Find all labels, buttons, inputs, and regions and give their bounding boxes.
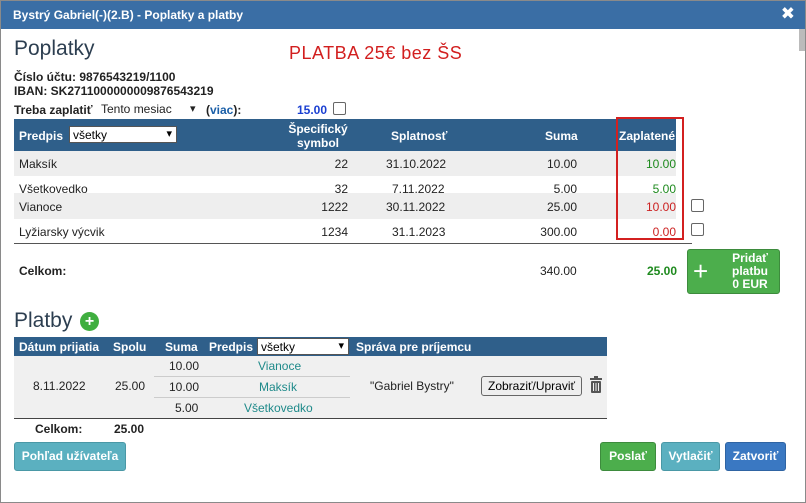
payments-total-label: Celkom: [35, 422, 83, 436]
payment-note: PLATBA 25€ bez ŠS [289, 43, 463, 63]
col-symbol-line2: symbol [296, 136, 339, 150]
add-circle-icon[interactable]: + [80, 312, 99, 331]
col-date: Dátum prijatia [19, 340, 100, 354]
fees-total-amount: 340.00 [540, 264, 577, 278]
col-symbol: Špecifický symbol [288, 122, 348, 150]
fees-heading: Poplatky [14, 37, 95, 60]
highlight-box [616, 117, 684, 240]
fees-payments-dialog: Bystrý Gabriel(-)(2.B) - Poplatky a plat… [0, 0, 806, 503]
due-amount: 15.00 [297, 103, 328, 117]
add-payment-button[interactable]: + Pridať platbu 0 EUR [687, 249, 780, 294]
item-amount: 10.00 [169, 380, 200, 394]
trash-icon[interactable] [589, 376, 603, 393]
col-purpose: Predpis [209, 340, 254, 354]
chevron-down-icon: ▾ [190, 103, 196, 115]
row-checkbox[interactable] [691, 199, 704, 212]
fees-divider [14, 243, 692, 244]
chevron-down-icon: ▾ [166, 128, 172, 140]
col-amount: Suma [545, 129, 578, 143]
dialog-titlebar: Bystrý Gabriel(-)(2.B) - Poplatky a plat… [1, 1, 805, 29]
dialog-title: Bystrý Gabriel(-)(2.B) - Poplatky a plat… [13, 8, 244, 22]
row-amount: 25.00 [546, 200, 577, 214]
period-select[interactable]: Tento mesiac ▾ [101, 102, 201, 118]
payments-purpose-filter[interactable]: všetky ▾ [257, 338, 349, 355]
user-view-button[interactable]: Pohľad užívateľa [14, 442, 126, 471]
col-amount: Suma [165, 340, 198, 354]
payments-purpose-filter-value: všetky [261, 340, 296, 354]
item-purpose-link[interactable]: Vianoce [258, 359, 301, 373]
plus-icon: + [693, 256, 709, 286]
account-number: Číslo účtu: 9876543219/1100 [14, 70, 176, 84]
payment-message: "Gabriel Bystry" [370, 379, 454, 393]
item-purpose-link[interactable]: Všetkovedko [244, 401, 313, 415]
payment-date: 8.11.2022 [33, 379, 86, 393]
row-symbol: 1234 [321, 225, 348, 239]
row-name: Lyžiarsky výcvik [19, 225, 105, 239]
row-name: Vianoce [19, 200, 63, 214]
table-row: Maksík 22 31.10.2022 10.00 10.00 [14, 151, 676, 176]
row-due: 30.11.2022 [386, 200, 446, 214]
item-amount: 5.00 [175, 401, 199, 415]
send-button[interactable]: Poslať [600, 442, 656, 471]
item-purpose-link[interactable]: Maksík [259, 380, 297, 394]
row-due: 31.10.2022 [386, 157, 447, 171]
chevron-down-icon: ▾ [338, 340, 344, 352]
row-symbol: 22 [334, 157, 348, 171]
col-message: Správa pre príjemcu [356, 340, 472, 354]
col-due-date: Splatnosť [391, 129, 448, 143]
due-label: Treba zaplatiť [14, 103, 93, 117]
col-purpose: Predpis [19, 129, 64, 143]
add-payment-line3: 0 EUR [732, 277, 768, 291]
fees-total-label: Celkom: [19, 264, 67, 278]
payments-divider [14, 418, 607, 419]
fees-total-paid: 25.00 [647, 264, 678, 278]
payment-entry: 8.11.2022 25.00 10.00 Vianoce 10.00 Maks… [14, 356, 607, 418]
row-symbol: 1222 [321, 200, 348, 214]
table-row: Lyžiarsky výcvik 1234 31.1.2023 300.00 0… [14, 219, 676, 244]
more-close-paren: ): [233, 103, 242, 117]
iban: IBAN: SK2711000000009876543219 [14, 84, 214, 98]
fees-purpose-filter[interactable]: všetky ▾ [69, 126, 177, 143]
fees-purpose-filter-value: všetky [73, 128, 108, 142]
divider [154, 376, 350, 377]
close-icon[interactable]: ✖ [781, 5, 795, 23]
payments-heading: Platby [14, 309, 73, 332]
col-total: Spolu [113, 340, 147, 354]
period-select-value: Tento mesiac [101, 102, 172, 116]
view-edit-button[interactable]: Zobraziť/Upraviť [481, 376, 582, 396]
row-due: 31.1.2023 [392, 225, 446, 239]
close-button[interactable]: Zatvoriť [725, 442, 786, 471]
due-checkbox[interactable] [333, 102, 346, 115]
row-amount: 10.00 [546, 157, 577, 171]
row-amount: 300.00 [540, 225, 577, 239]
more-link[interactable]: viac [210, 103, 233, 117]
row-checkbox[interactable] [691, 223, 704, 236]
add-payment-label: Pridať platbu 0 EUR [725, 252, 775, 291]
fees-table-header: Predpis všetky ▾ Špecifický symbol Splat… [14, 119, 676, 151]
table-row: Vianoce 1222 30.11.2022 25.00 10.00 [14, 193, 676, 219]
print-button[interactable]: Vytlačiť [661, 442, 720, 471]
scrollbar[interactable] [799, 29, 805, 51]
item-amount: 10.00 [169, 359, 200, 373]
payments-table-header: Dátum prijatia Spolu Suma Predpis všetky… [14, 337, 607, 356]
payments-total-amount: 25.00 [114, 422, 145, 436]
payment-total: 25.00 [115, 379, 146, 393]
col-symbol-line1: Špecifický [288, 122, 348, 136]
more-link-wrap: (viac): [206, 103, 241, 117]
divider [154, 397, 350, 398]
row-name: Maksík [19, 157, 58, 171]
